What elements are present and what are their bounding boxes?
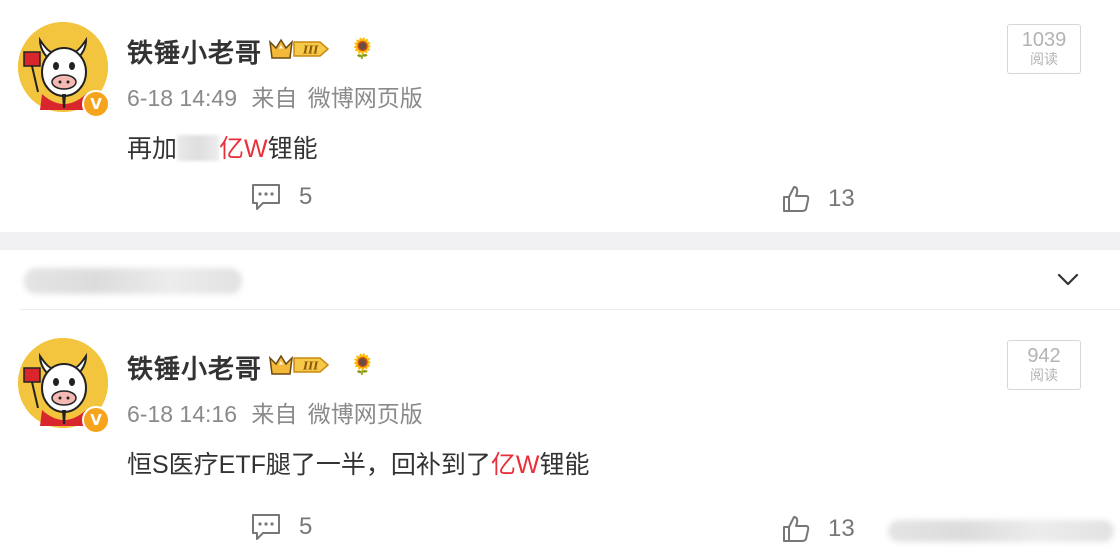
level-badge-text: III: [302, 44, 319, 57]
post-source[interactable]: 微博网页版: [308, 401, 423, 427]
chevron-down-icon[interactable]: [1057, 273, 1079, 287]
source-prefix: 来自: [251, 401, 298, 427]
source-prefix: 来自: [251, 85, 298, 111]
content-text-end: 锂能: [267, 135, 318, 163]
level-crown-icon: III: [268, 354, 330, 375]
like-count: 13: [828, 515, 855, 542]
post-content: 再加 亿W锂能: [127, 129, 318, 165]
comment-button[interactable]: 5: [251, 183, 312, 211]
content-highlight: 亿W: [490, 451, 540, 479]
username[interactable]: 铁锤小老哥: [127, 33, 262, 70]
content-text: 再加: [127, 135, 178, 163]
post-card-1: V 铁锤小老哥 III 🌻 6-18 14:49 来自 微博网页版 再加 亿W锂能…: [0, 0, 1120, 232]
post-date[interactable]: 6-18 14:16: [127, 401, 237, 427]
level-crown-icon: III: [268, 38, 330, 59]
like-button[interactable]: 13: [782, 515, 855, 543]
read-count-box: 942 阅读: [1007, 340, 1081, 390]
sunflower-icon: 🌻: [350, 354, 375, 376]
comment-icon: [252, 184, 280, 210]
read-count-box: 1039 阅读: [1007, 24, 1081, 74]
content-highlight: 亿W: [219, 135, 268, 163]
content-text: 恒S医疗ETF腿了一半，回补到了: [127, 451, 491, 479]
like-button[interactable]: 13: [782, 185, 855, 213]
comment-count: 5: [299, 183, 313, 210]
avatar[interactable]: V: [18, 22, 110, 118]
comment-count: 5: [299, 513, 313, 540]
username[interactable]: 铁锤小老哥: [127, 349, 262, 386]
comment-icon: [252, 514, 280, 540]
read-count: 942: [1027, 345, 1061, 367]
read-count: 1039: [1021, 29, 1067, 51]
avatar[interactable]: V: [18, 338, 110, 434]
like-count: 13: [828, 185, 855, 212]
post-date[interactable]: 6-18 14:49: [127, 85, 237, 111]
post-meta: 6-18 14:49 来自 微博网页版: [127, 79, 423, 113]
read-label: 阅读: [1030, 367, 1058, 383]
verified-badge: V: [82, 406, 110, 434]
redacted-header: [24, 268, 242, 294]
thumbs-up-icon: [783, 516, 810, 542]
post-source[interactable]: 微博网页版: [308, 85, 423, 111]
sunflower-icon: 🌻: [350, 38, 375, 60]
level-badge-text: III: [302, 360, 319, 373]
post-content: 恒S医疗ETF腿了一半，回补到了亿W锂能: [127, 445, 590, 481]
verified-badge: V: [82, 90, 110, 118]
redacted-text: [177, 135, 220, 161]
content-text-end: 锂能: [539, 451, 590, 479]
thumbs-up-icon: [783, 186, 810, 212]
redacted-watermark: [888, 520, 1114, 542]
read-label: 阅读: [1030, 51, 1058, 67]
divider: [20, 309, 1120, 310]
comment-button[interactable]: 5: [251, 513, 312, 541]
post-card-2: V 铁锤小老哥 III 🌻 6-18 14:16 来自 微博网页版 恒S医疗ET…: [0, 250, 1120, 556]
post-meta: 6-18 14:16 来自 微博网页版: [127, 395, 423, 429]
